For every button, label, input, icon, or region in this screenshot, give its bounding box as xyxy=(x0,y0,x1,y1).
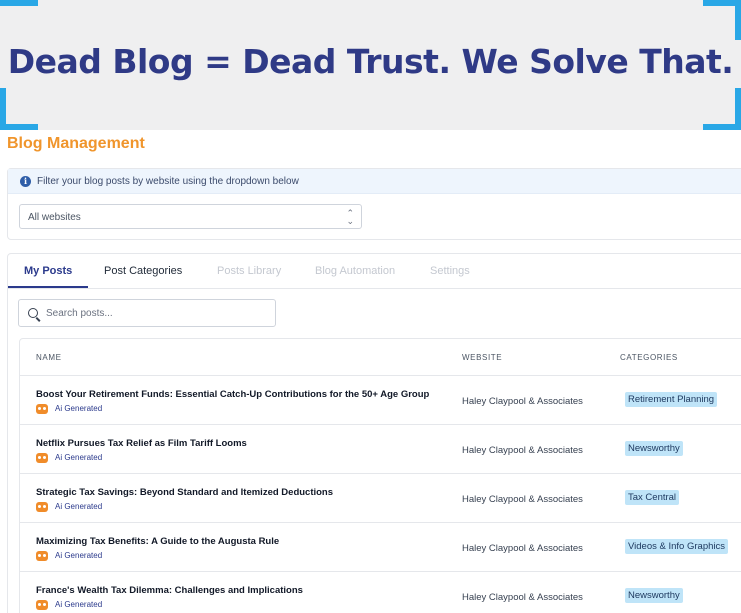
category-badge: Videos & Info Graphics xyxy=(625,539,728,554)
tab-blog-automation[interactable]: Blog Automation xyxy=(315,265,395,277)
filter-info-text: Filter your blog posts by website using … xyxy=(37,176,299,187)
promo-banner: Dead Blog = Dead Trust. We Solve That. xyxy=(0,0,741,130)
tab-settings[interactable]: Settings xyxy=(430,265,470,277)
ai-generated-tag: Ai Generated xyxy=(55,502,103,511)
search-box[interactable] xyxy=(18,299,276,327)
post-title-link[interactable]: Strategic Tax Savings: Beyond Standard a… xyxy=(36,487,333,498)
tab-post-categories[interactable]: Post Categories xyxy=(104,265,182,277)
chevron-up-down-icon: ⌃ ⌄ xyxy=(346,208,354,226)
search-icon xyxy=(28,308,38,318)
table-row[interactable]: Boost Your Retirement Funds: Essential C… xyxy=(20,376,741,425)
category-badge: Newsworthy xyxy=(625,441,683,456)
ai-generated-tag: Ai Generated xyxy=(55,600,103,609)
post-title-link[interactable]: France's Wealth Tax Dilemma: Challenges … xyxy=(36,585,303,596)
ai-robot-icon xyxy=(36,453,48,463)
category-badge: Retirement Planning xyxy=(625,392,718,407)
tab-bar: My Posts Post Categories Posts Library B… xyxy=(8,254,741,289)
category-badge: Tax Central xyxy=(625,490,680,505)
active-tab-indicator xyxy=(8,286,88,288)
filter-info-bar: i Filter your blog posts by website usin… xyxy=(8,169,741,194)
ai-generated-tag: Ai Generated xyxy=(55,551,103,560)
posts-table: NAME WEBSITE CATEGORIES Boost Your Retir… xyxy=(19,338,741,613)
corner-bracket-bottom-right-vertical xyxy=(735,88,741,130)
page-title: Blog Management xyxy=(7,135,145,152)
post-title-link[interactable]: Boost Your Retirement Funds: Essential C… xyxy=(36,389,429,400)
website-filter-card: i Filter your blog posts by website usin… xyxy=(7,168,741,240)
tab-my-posts[interactable]: My Posts xyxy=(24,265,72,277)
corner-bracket-top-right-vertical xyxy=(735,0,741,40)
banner-title: Dead Blog = Dead Trust. We Solve That. xyxy=(7,42,734,81)
corner-bracket-top-left-stub xyxy=(32,0,38,6)
info-icon: i xyxy=(20,176,31,187)
post-title-link[interactable]: Maximizing Tax Benefits: A Guide to the … xyxy=(36,536,279,547)
column-header-name[interactable]: NAME xyxy=(36,353,62,362)
ai-generated-tag: Ai Generated xyxy=(55,404,103,413)
ai-robot-icon xyxy=(36,404,48,414)
posts-card: My Posts Post Categories Posts Library B… xyxy=(7,253,741,613)
header-blank-area xyxy=(338,135,493,166)
post-website: Haley Claypool & Associates xyxy=(462,592,583,603)
website-select-value: All websites xyxy=(28,212,81,223)
table-row[interactable]: France's Wealth Tax Dilemma: Challenges … xyxy=(20,572,741,613)
category-badge: Newsworthy xyxy=(625,588,683,603)
post-website: Haley Claypool & Associates xyxy=(462,494,583,505)
website-select[interactable]: All websites ⌃ ⌄ xyxy=(19,204,362,229)
post-website: Haley Claypool & Associates xyxy=(462,396,583,407)
column-header-categories[interactable]: CATEGORIES xyxy=(620,353,678,362)
table-row[interactable]: Maximizing Tax Benefits: A Guide to the … xyxy=(20,523,741,572)
search-input[interactable] xyxy=(46,306,266,320)
post-title-link[interactable]: Netflix Pursues Tax Relief as Film Tarif… xyxy=(36,438,247,449)
ai-robot-icon xyxy=(36,502,48,512)
ai-generated-tag: Ai Generated xyxy=(55,453,103,462)
table-row[interactable]: Strategic Tax Savings: Beyond Standard a… xyxy=(20,474,741,523)
post-website: Haley Claypool & Associates xyxy=(462,445,583,456)
column-header-website[interactable]: WEBSITE xyxy=(462,353,502,362)
tab-posts-library[interactable]: Posts Library xyxy=(217,265,281,277)
ai-robot-icon xyxy=(36,551,48,561)
post-website: Haley Claypool & Associates xyxy=(462,543,583,554)
ai-robot-icon xyxy=(36,600,48,610)
table-row[interactable]: Netflix Pursues Tax Relief as Film Tarif… xyxy=(20,425,741,474)
corner-bracket-bottom-left-vertical xyxy=(0,88,6,130)
